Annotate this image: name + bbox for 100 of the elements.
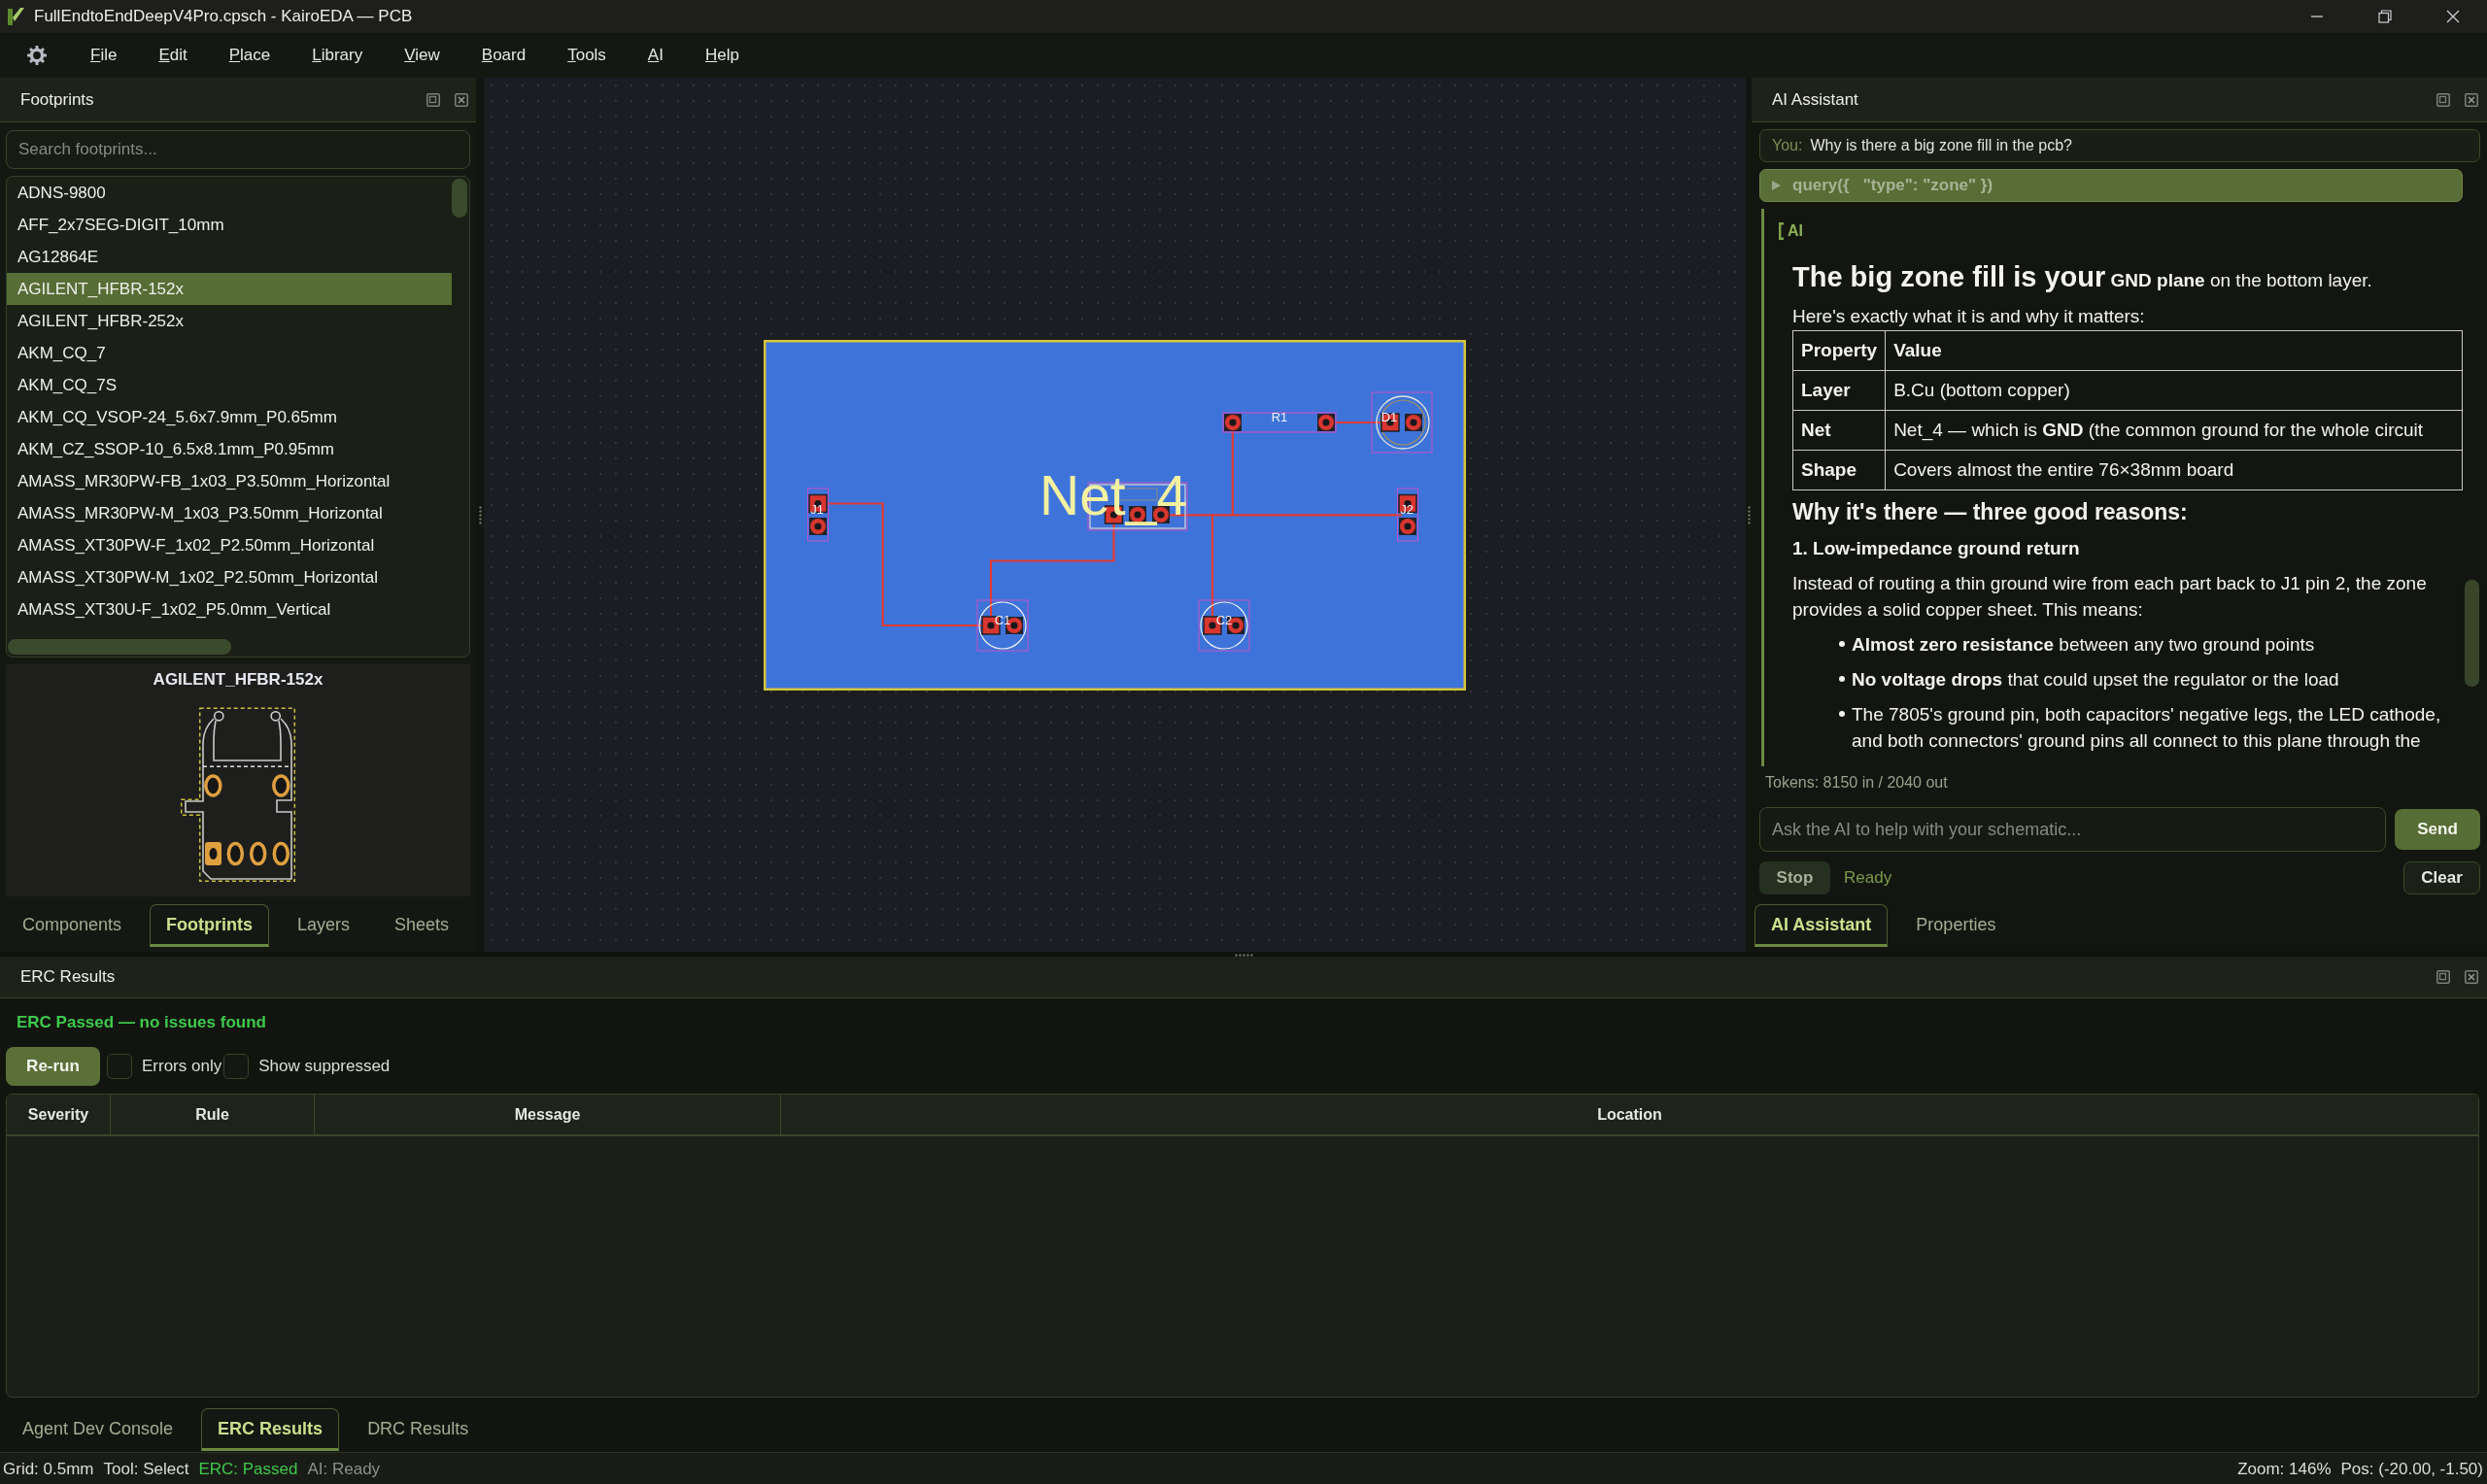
list-item[interactable]: AMASS_MR30PW-M_1x03_P3.50mm_Horizontal xyxy=(7,497,452,529)
tab[interactable]: DRC Results xyxy=(351,1408,486,1451)
menu-item[interactable]: File xyxy=(90,42,118,69)
status-text: Ready xyxy=(1844,868,1892,888)
list-item[interactable]: AKM_CQ_VSOP-24_5.6x7.9mm_P0.65mm xyxy=(7,401,452,433)
float-panel-icon[interactable] xyxy=(2436,970,2450,984)
panel-title: Footprints xyxy=(20,89,94,110)
list-item[interactable]: AKM_CZ_SSOP-10_6.5x8.1mm_P0.95mm xyxy=(7,433,452,465)
net-label: Net_4 xyxy=(1039,463,1188,526)
list-item[interactable]: AKM_CQ_7S xyxy=(7,369,452,401)
checkbox-label[interactable]: Show suppressed xyxy=(258,1057,391,1076)
scrollbar-thumb[interactable] xyxy=(452,179,467,218)
checkbox-label[interactable]: Errors only xyxy=(142,1057,222,1076)
preview-title: AGILENT_HFBR-152x xyxy=(153,670,324,690)
column-header: Value xyxy=(1885,330,2463,371)
bullet-point-text: No voltage drops that could upset the regulator or the load xyxy=(1852,668,2339,691)
bullet-icon xyxy=(1839,641,1845,647)
component-label: R1 xyxy=(1271,409,1288,424)
search-field[interactable]: Search footprints... xyxy=(6,130,470,169)
chat-input[interactable]: Ask the AI to help with your schematic... xyxy=(1759,807,2386,852)
tab[interactable]: Sheets xyxy=(378,904,466,947)
send-button[interactable]: Send xyxy=(2395,809,2480,850)
list-item[interactable]: AGILENT_HFBR-152x xyxy=(7,273,452,305)
window-title: FullEndtoEndDeepV4Pro.cpsch - KairoEDA — PCB xyxy=(34,7,413,26)
column-header: Message xyxy=(315,1095,781,1134)
row-header: Layer xyxy=(1792,370,1886,411)
tab[interactable]: AI Assistant xyxy=(1755,904,1889,947)
list-item[interactable]: AMASS_XT30U-F_1x02_P5.0mm_Vertical xyxy=(7,593,452,625)
scrollbar-thumb[interactable] xyxy=(2465,580,2479,687)
menu-item[interactable]: Place xyxy=(228,42,271,69)
tab[interactable]: Properties xyxy=(1899,904,2013,947)
menu-item[interactable]: AI xyxy=(647,42,664,69)
list-item[interactable]: AMASS_XT30PW-F_1x02_P2.50mm_Horizontal xyxy=(7,529,452,561)
paragraph: Instead of routing a thin ground wire from each part back to J1 pin 2, the zone provides a solid copper sheet. This means: xyxy=(1792,572,2428,622)
menu-item[interactable]: Edit xyxy=(158,42,187,69)
tab[interactable]: Layers xyxy=(281,904,367,947)
table-cell: B.Cu (bottom copper) xyxy=(1885,370,2463,411)
list-item[interactable]: AG12864E xyxy=(7,241,452,273)
close-icon[interactable] xyxy=(2465,970,2478,984)
float-panel-icon[interactable] xyxy=(2436,92,2450,107)
bullet-point-text: Almost zero resistance between any two ground points xyxy=(1852,633,2315,657)
row-header: Net xyxy=(1792,410,1886,451)
checkbox[interactable] xyxy=(107,1054,132,1079)
status-text: Tool: Select xyxy=(103,1459,189,1479)
checkbox[interactable] xyxy=(223,1054,250,1079)
panel-title: AI Assistant xyxy=(1772,89,1858,110)
status-text: Grid: 0.5mm xyxy=(3,1459,94,1479)
tab[interactable]: Agent Dev Console xyxy=(6,1408,190,1451)
point-heading: 1. Low-impedance ground return xyxy=(1792,537,2081,560)
table-cell: Covers almost the entire 76×38mm board xyxy=(1885,450,2463,490)
speaker-label: You: xyxy=(1772,137,1803,154)
column-header: Severity xyxy=(7,1095,111,1134)
menu-item[interactable]: Board xyxy=(481,42,527,69)
rerun-button[interactable]: Re-run xyxy=(6,1047,100,1086)
settings-icon[interactable] xyxy=(27,46,47,65)
status-text: Pos: (-20.00, -1.50) xyxy=(2340,1459,2483,1479)
component-label: C1 xyxy=(994,612,1011,627)
splitter-grip-icon[interactable] xyxy=(1234,954,1253,957)
column-header: Location xyxy=(1596,1104,1663,1125)
component-label: C2 xyxy=(1215,612,1233,627)
float-panel-icon[interactable] xyxy=(426,92,440,107)
clear-button[interactable]: Clear xyxy=(2403,861,2480,894)
close-icon[interactable] xyxy=(2465,92,2478,107)
message-text: Why is there a big zone fill in the pcb? xyxy=(1810,137,2072,154)
status-text: AI: Ready xyxy=(307,1459,381,1479)
menu-item[interactable]: View xyxy=(404,42,440,69)
speaker-label: AI xyxy=(1788,222,1803,240)
menu-item[interactable]: Tools xyxy=(567,42,606,69)
column-header: Rule xyxy=(111,1095,315,1134)
tab[interactable]: Footprints xyxy=(150,904,270,947)
list-item[interactable]: AKM_CQ_7 xyxy=(7,337,452,369)
answer-heading: The big zone fill is your GND plane on the bottom layer. xyxy=(1792,260,2373,294)
splitter-grip-icon[interactable] xyxy=(478,505,482,524)
menu-item[interactable]: Library xyxy=(312,42,363,69)
close-icon[interactable] xyxy=(455,92,468,107)
list-item[interactable]: AMASS_XT30PW-M_1x02_P2.50mm_Horizontal xyxy=(7,561,452,593)
list-item[interactable]: AMASS_MR30PW-FB_1x03_P3.50mm_Horizontal xyxy=(7,465,452,497)
status-text: Zoom: 146% xyxy=(2237,1459,2332,1479)
column-header: Property xyxy=(1792,330,1886,371)
status-text: ERC: Passed xyxy=(198,1459,298,1479)
list-item[interactable]: ADNS-9800 xyxy=(7,177,452,209)
list-item[interactable]: AGILENT_HFBR-252x xyxy=(7,305,452,337)
menu-item[interactable]: Help xyxy=(704,42,739,69)
tab[interactable]: Components xyxy=(6,904,139,947)
bullet-icon xyxy=(1839,711,1845,717)
scrollbar-thumb[interactable] xyxy=(8,639,231,655)
bullet-icon xyxy=(1839,676,1845,682)
splitter-grip-icon[interactable] xyxy=(1747,505,1751,524)
tab[interactable]: ERC Results xyxy=(201,1408,340,1451)
table-cell: Net_4 — which is GND (the common ground for the whole circuit xyxy=(1885,410,2463,451)
app-logo-icon xyxy=(7,7,24,26)
list-item[interactable]: AFF_2x7SEG-DIGIT_10mm xyxy=(7,209,452,241)
bullet-point-text: The 7805's ground pin, both capacitors' negative legs, the LED cathode, and both connectors' ground pins all connect to this plane through the xyxy=(1852,703,2442,753)
panel-title: ERC Results xyxy=(20,967,116,987)
paragraph: Here's exactly what it is and why it matters: xyxy=(1792,305,2146,328)
token-count: Tokens: 8150 in / 2040 out xyxy=(1764,773,1949,793)
row-header: Shape xyxy=(1792,450,1886,490)
restore-icon[interactable] xyxy=(2378,10,2392,23)
section-heading: Why it's there — three good reasons: xyxy=(1792,498,2189,525)
result-summary: ERC Passed — no issues found xyxy=(17,1012,267,1033)
